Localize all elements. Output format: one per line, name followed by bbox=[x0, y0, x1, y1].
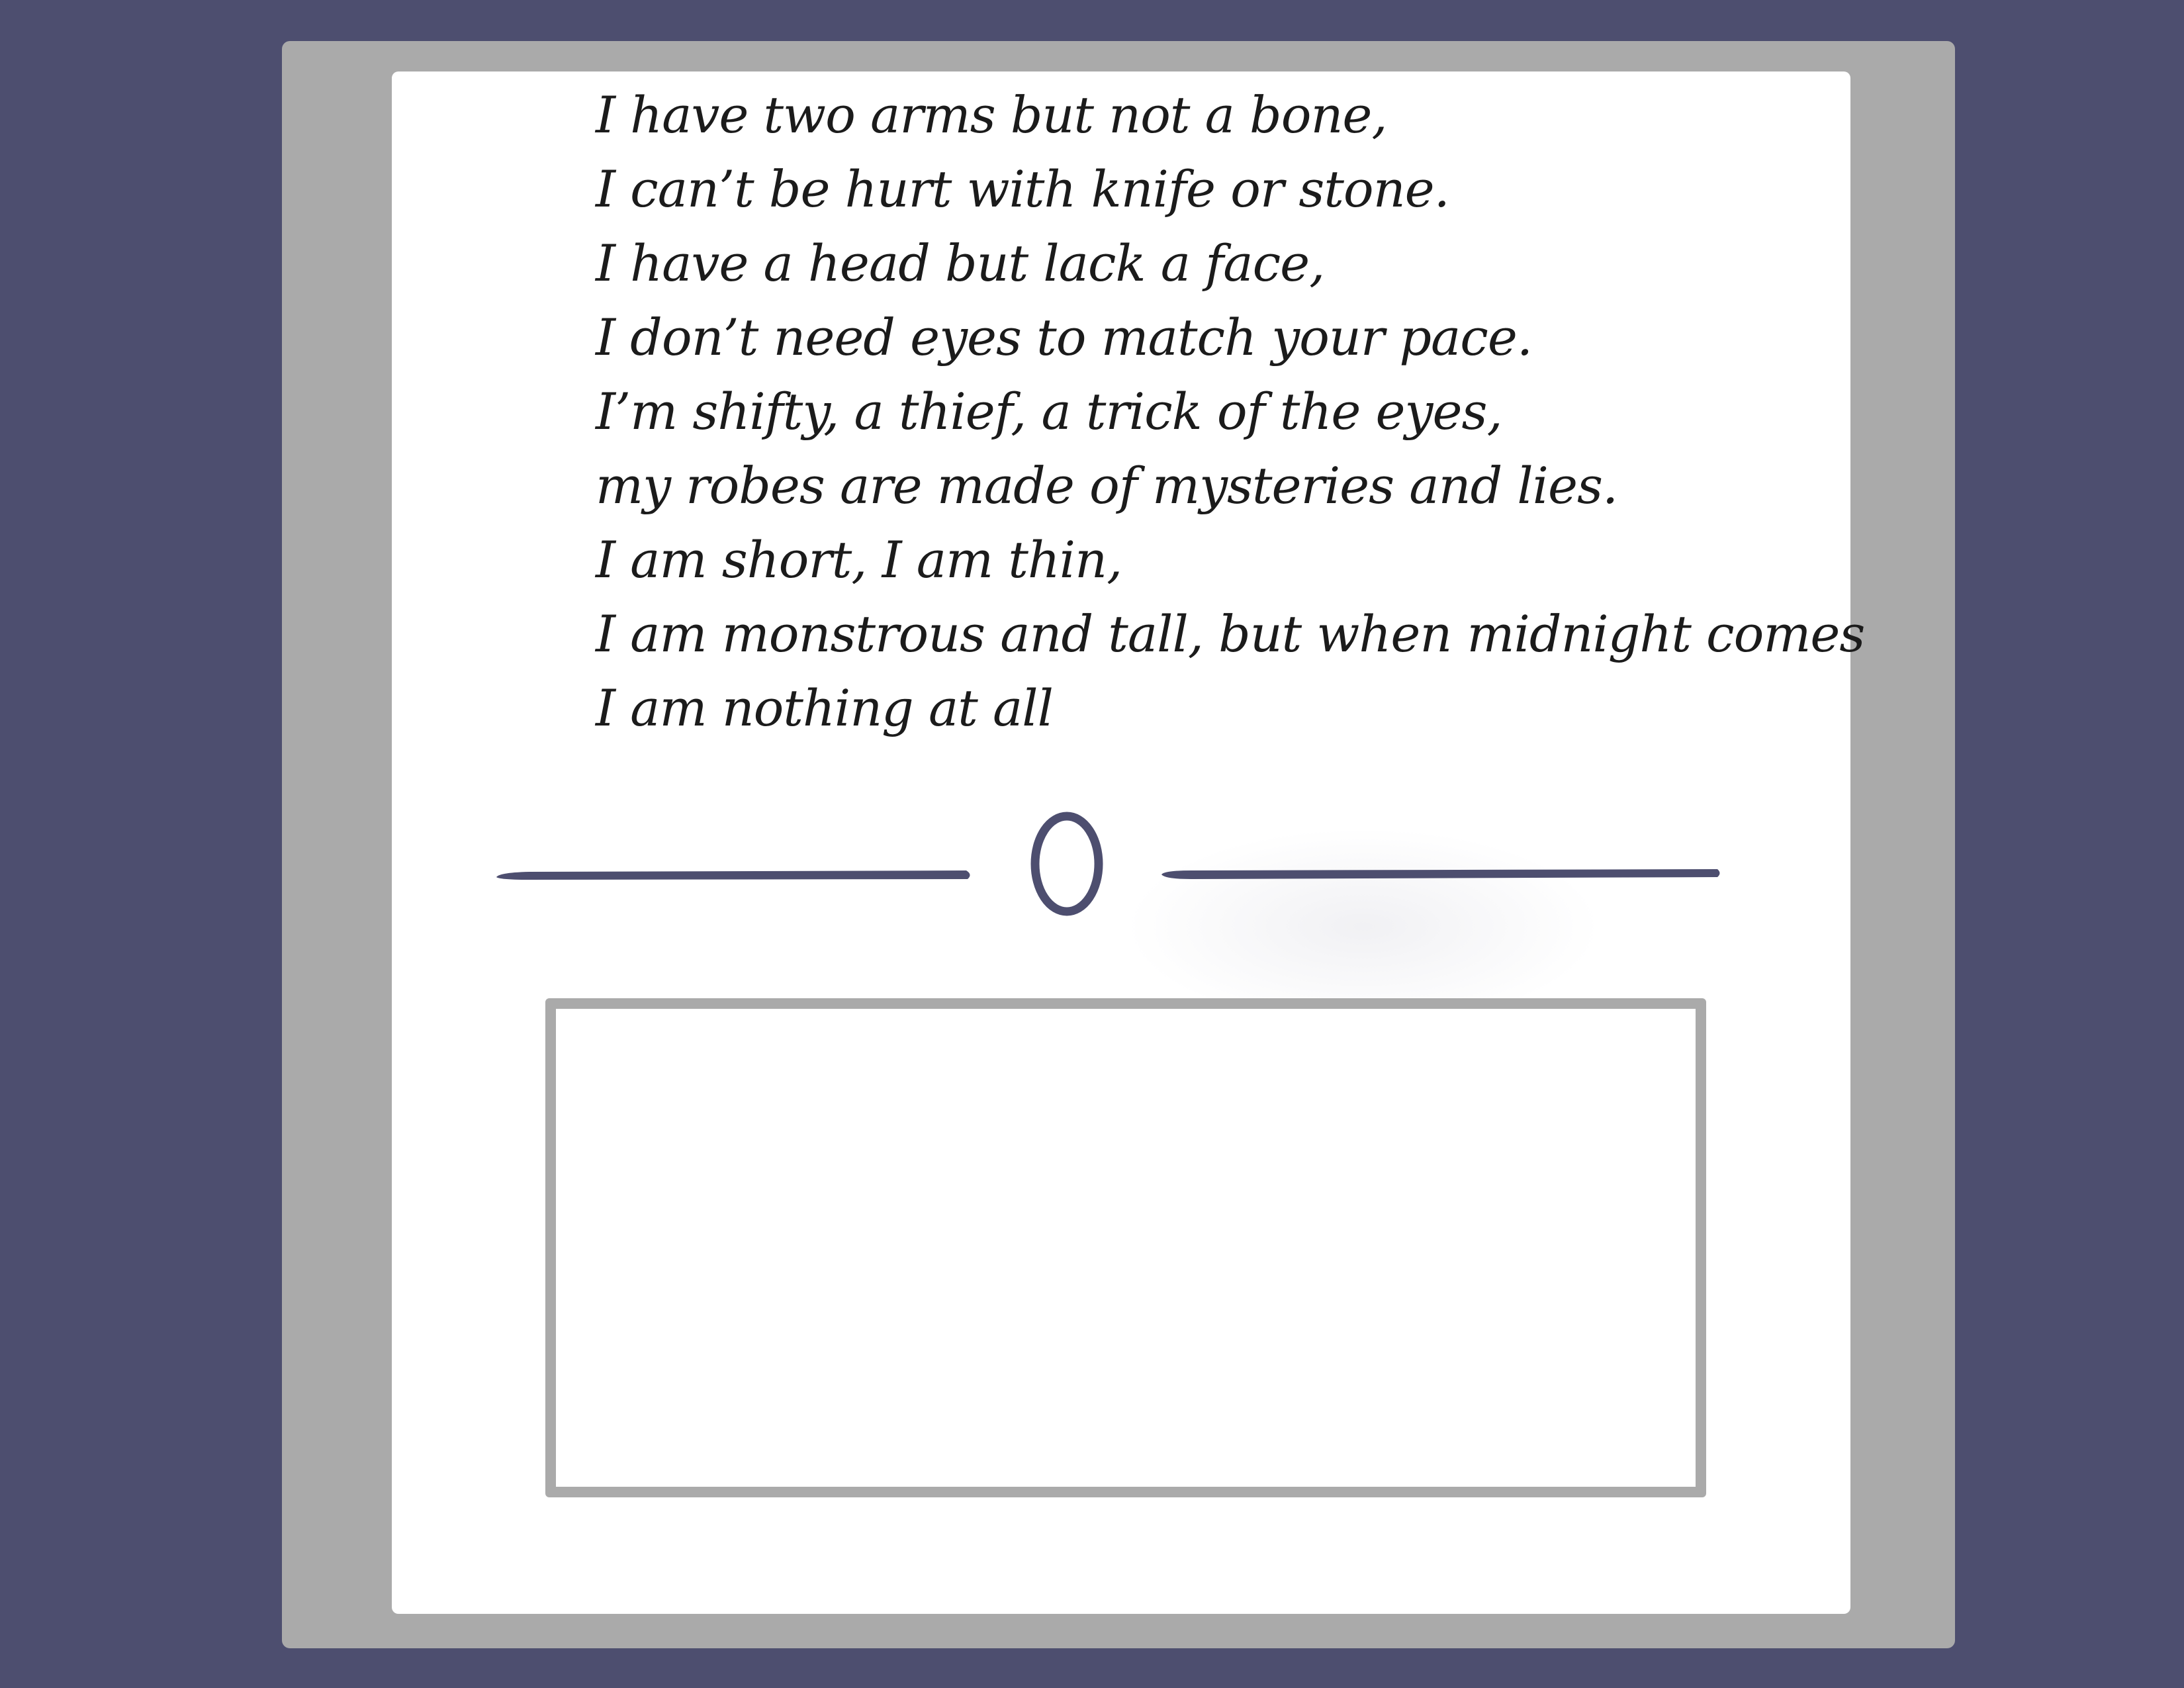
answer-box[interactable] bbox=[545, 998, 1706, 1497]
poem-line: I can’t be hurt with knife or stone. bbox=[596, 160, 1450, 218]
poem-line: I am short, I am thin, bbox=[596, 530, 1122, 589]
poem-line: I have a head but lack a face, bbox=[596, 234, 1325, 293]
poem-line: I have two arms but not a bone, bbox=[596, 85, 1388, 144]
poem-line: I’m shifty, a thief, a trick of the eyes… bbox=[596, 382, 1503, 441]
poem-line: I am monstrous and tall, but when midnig… bbox=[596, 604, 1865, 663]
ornamental-divider bbox=[496, 812, 1720, 916]
poem-line: I am nothing at all bbox=[596, 679, 1054, 737]
riddle-poem: I have two arms but not a bone, I can’t … bbox=[596, 78, 1865, 745]
poem-line: I don’t need eyes to match your pace. bbox=[596, 308, 1533, 367]
divider-left-line bbox=[496, 870, 970, 880]
divider-right-line bbox=[1161, 869, 1720, 879]
poem-line: my robes are made of mysteries and lies. bbox=[596, 456, 1618, 515]
oval-ring-icon bbox=[1030, 812, 1103, 916]
